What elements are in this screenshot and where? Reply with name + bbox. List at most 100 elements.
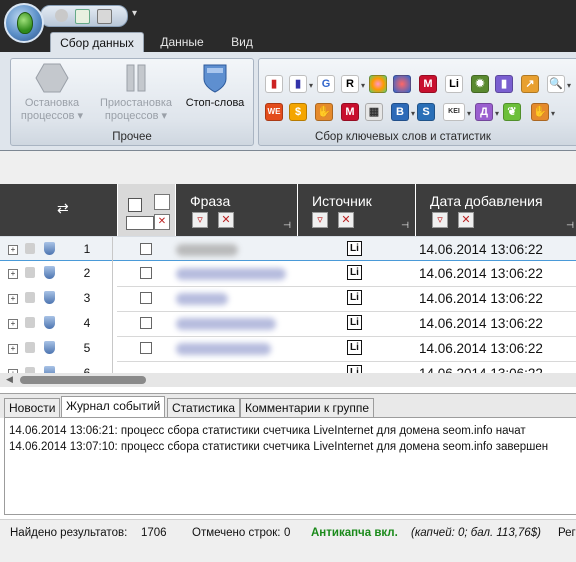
pin-icon[interactable]: ⊣ [283, 220, 291, 231]
dropdown-arrow-icon[interactable]: ▾ [361, 81, 365, 90]
select-all-checkbox[interactable] [128, 198, 142, 212]
expand-icon[interactable]: + [8, 344, 18, 354]
column-clear-filter-icon[interactable]: ✕ [218, 212, 234, 228]
table-row[interactable]: + 3 Li 14.06.2014 13:06:22 [0, 286, 576, 311]
tab-group-comments[interactable]: Комментарии к группе [240, 398, 375, 418]
filter-icon[interactable]: ▿ [154, 194, 170, 210]
row-date: 14.06.2014 13:06:22 [419, 266, 543, 281]
table-row[interactable]: + 2 Li 14.06.2014 13:06:22 [0, 261, 576, 286]
spreadsheet-icon[interactable] [75, 9, 90, 24]
column-header-phrase[interactable]: Фраза ▿ ✕ ⊣ [176, 184, 297, 236]
tab-collect-data[interactable]: Сбор данных [50, 32, 144, 53]
table-row[interactable]: + 6 Li 14.06.2014 13:06:22 [0, 361, 576, 373]
dropdown-arrow-icon[interactable]: ▾ [467, 109, 471, 118]
tab-statistics[interactable]: Статистика [167, 398, 241, 418]
multicolor-icon[interactable] [393, 75, 411, 93]
lock-icon[interactable] [25, 292, 35, 303]
shield-icon[interactable] [44, 366, 55, 373]
qat-dropdown-icon[interactable]: ▾ [132, 8, 137, 19]
column-filter-icon[interactable]: ▿ [192, 212, 208, 228]
column-header-date[interactable]: Дата добавления ▿ ✕ ⊣ [416, 184, 576, 236]
expand-icon[interactable]: + [8, 294, 18, 304]
row-checkbox[interactable] [140, 267, 152, 279]
expand-icon[interactable]: + [8, 269, 18, 279]
row-checkbox[interactable] [140, 292, 152, 304]
tab-event-log[interactable]: Журнал событий [61, 396, 166, 418]
column-filter-icon[interactable]: ▿ [432, 212, 448, 228]
color-dots-icon[interactable] [369, 75, 387, 93]
anticaptcha-status[interactable]: Антикапча вкл. [311, 527, 398, 539]
b-icon[interactable]: B [391, 103, 409, 121]
liveinternet-icon[interactable]: Li [445, 75, 463, 93]
we-icon[interactable]: WE [265, 103, 283, 121]
expand-icon[interactable]: + [8, 245, 18, 255]
mail-m-icon[interactable]: M [341, 103, 359, 121]
google-icon[interactable]: G [317, 75, 335, 93]
quick-access-toolbar [40, 5, 128, 27]
rambler-icon[interactable]: R [341, 75, 359, 93]
pause-processes-button[interactable]: Приостановка процессов ▾ [95, 61, 177, 123]
dropdown-arrow-icon[interactable]: ▾ [411, 109, 415, 118]
table-row[interactable]: + 5 Li 14.06.2014 13:06:22 [0, 336, 576, 361]
column-filter-icon[interactable]: ▿ [312, 212, 328, 228]
table-row[interactable]: + 4 Li 14.06.2014 13:06:22 [0, 311, 576, 336]
calculator-icon[interactable]: ▦ [365, 103, 383, 121]
hand-orange-icon[interactable]: ✋ [531, 103, 549, 121]
dollar-icon[interactable]: $ [289, 103, 307, 121]
stop-processes-button[interactable]: Остановка процессов ▾ [17, 61, 87, 123]
kei-icon[interactable]: KEI [443, 103, 465, 121]
expand-icon[interactable]: + [8, 319, 18, 329]
shield-icon[interactable] [44, 242, 55, 255]
blurred-phrase [176, 244, 238, 256]
bar-chart-red-icon[interactable]: ▮ [265, 75, 283, 93]
row-date: 14.06.2014 13:06:22 [419, 291, 543, 306]
row-checkbox[interactable] [140, 342, 152, 354]
column-clear-filter-icon[interactable]: ✕ [338, 212, 354, 228]
mail-ru-icon[interactable]: M [419, 75, 437, 93]
bar-chart-purple-icon[interactable]: ▮ [495, 75, 513, 93]
tools-icon[interactable] [97, 9, 112, 24]
shield-icon[interactable] [44, 341, 55, 354]
dropdown-arrow-icon[interactable]: ▾ [567, 81, 571, 90]
d-icon[interactable]: Д [475, 103, 493, 121]
tab-data[interactable]: Данные [152, 32, 212, 52]
tab-view[interactable]: Вид [222, 32, 262, 52]
scrollbar-thumb[interactable] [20, 376, 146, 384]
magnifier-icon[interactable]: 🔍 [547, 75, 565, 93]
lock-icon[interactable] [25, 243, 35, 254]
pin-icon[interactable]: ⊣ [401, 220, 409, 231]
lock-icon[interactable] [25, 267, 35, 278]
column-clear-filter-icon[interactable]: ✕ [458, 212, 474, 228]
clear-filter-icon[interactable]: ✕ [154, 214, 170, 230]
invert-selection-icon[interactable]: I I [126, 216, 154, 230]
tab-news[interactable]: Новости [4, 398, 61, 418]
column-header-source[interactable]: Источник ▿ ✕ ⊣ [298, 184, 415, 236]
dropdown-arrow-icon[interactable]: ▾ [309, 81, 313, 90]
table-row[interactable]: + 1 Li 14.06.2014 13:06:22 [0, 236, 576, 262]
row-checkbox[interactable] [140, 243, 152, 255]
bar-chart-blue-icon[interactable]: ▮ [289, 75, 307, 93]
sun-icon[interactable]: ✹ [471, 75, 489, 93]
captcha-balance: (капчей: 0; бал. 113,76$) [411, 527, 541, 539]
horizontal-scrollbar[interactable]: ◀ [0, 373, 576, 387]
shield-icon[interactable] [44, 316, 55, 329]
lock-icon[interactable] [25, 317, 35, 328]
scroll-left-icon[interactable]: ◀ [6, 374, 13, 385]
lock-icon[interactable] [25, 342, 35, 353]
row-checkbox[interactable] [140, 317, 152, 329]
event-log-panel[interactable]: 14.06.2014 13:06:21: процесс сбора стати… [4, 417, 576, 515]
dropdown-arrow-icon[interactable]: ▾ [495, 109, 499, 118]
shield-icon[interactable] [44, 291, 55, 304]
stop-words-button[interactable]: Стоп-слова [181, 61, 249, 110]
pin-icon[interactable]: ⊣ [566, 220, 574, 231]
sort-arrows-icon[interactable]: ⇄ [57, 200, 69, 217]
trend-chart-icon[interactable]: ↗ [521, 75, 539, 93]
leaf-icon[interactable]: ❦ [503, 103, 521, 121]
hand-icon[interactable]: ✋ [315, 103, 333, 121]
dropdown-arrow-icon[interactable]: ▾ [551, 109, 555, 118]
shield-icon[interactable] [44, 266, 55, 279]
bottom-tabs: Новости Журнал событий Статистика Коммен… [0, 393, 576, 418]
settings-icon[interactable] [55, 9, 68, 22]
s-icon[interactable]: S [417, 103, 435, 121]
app-menu-button[interactable] [4, 3, 44, 43]
